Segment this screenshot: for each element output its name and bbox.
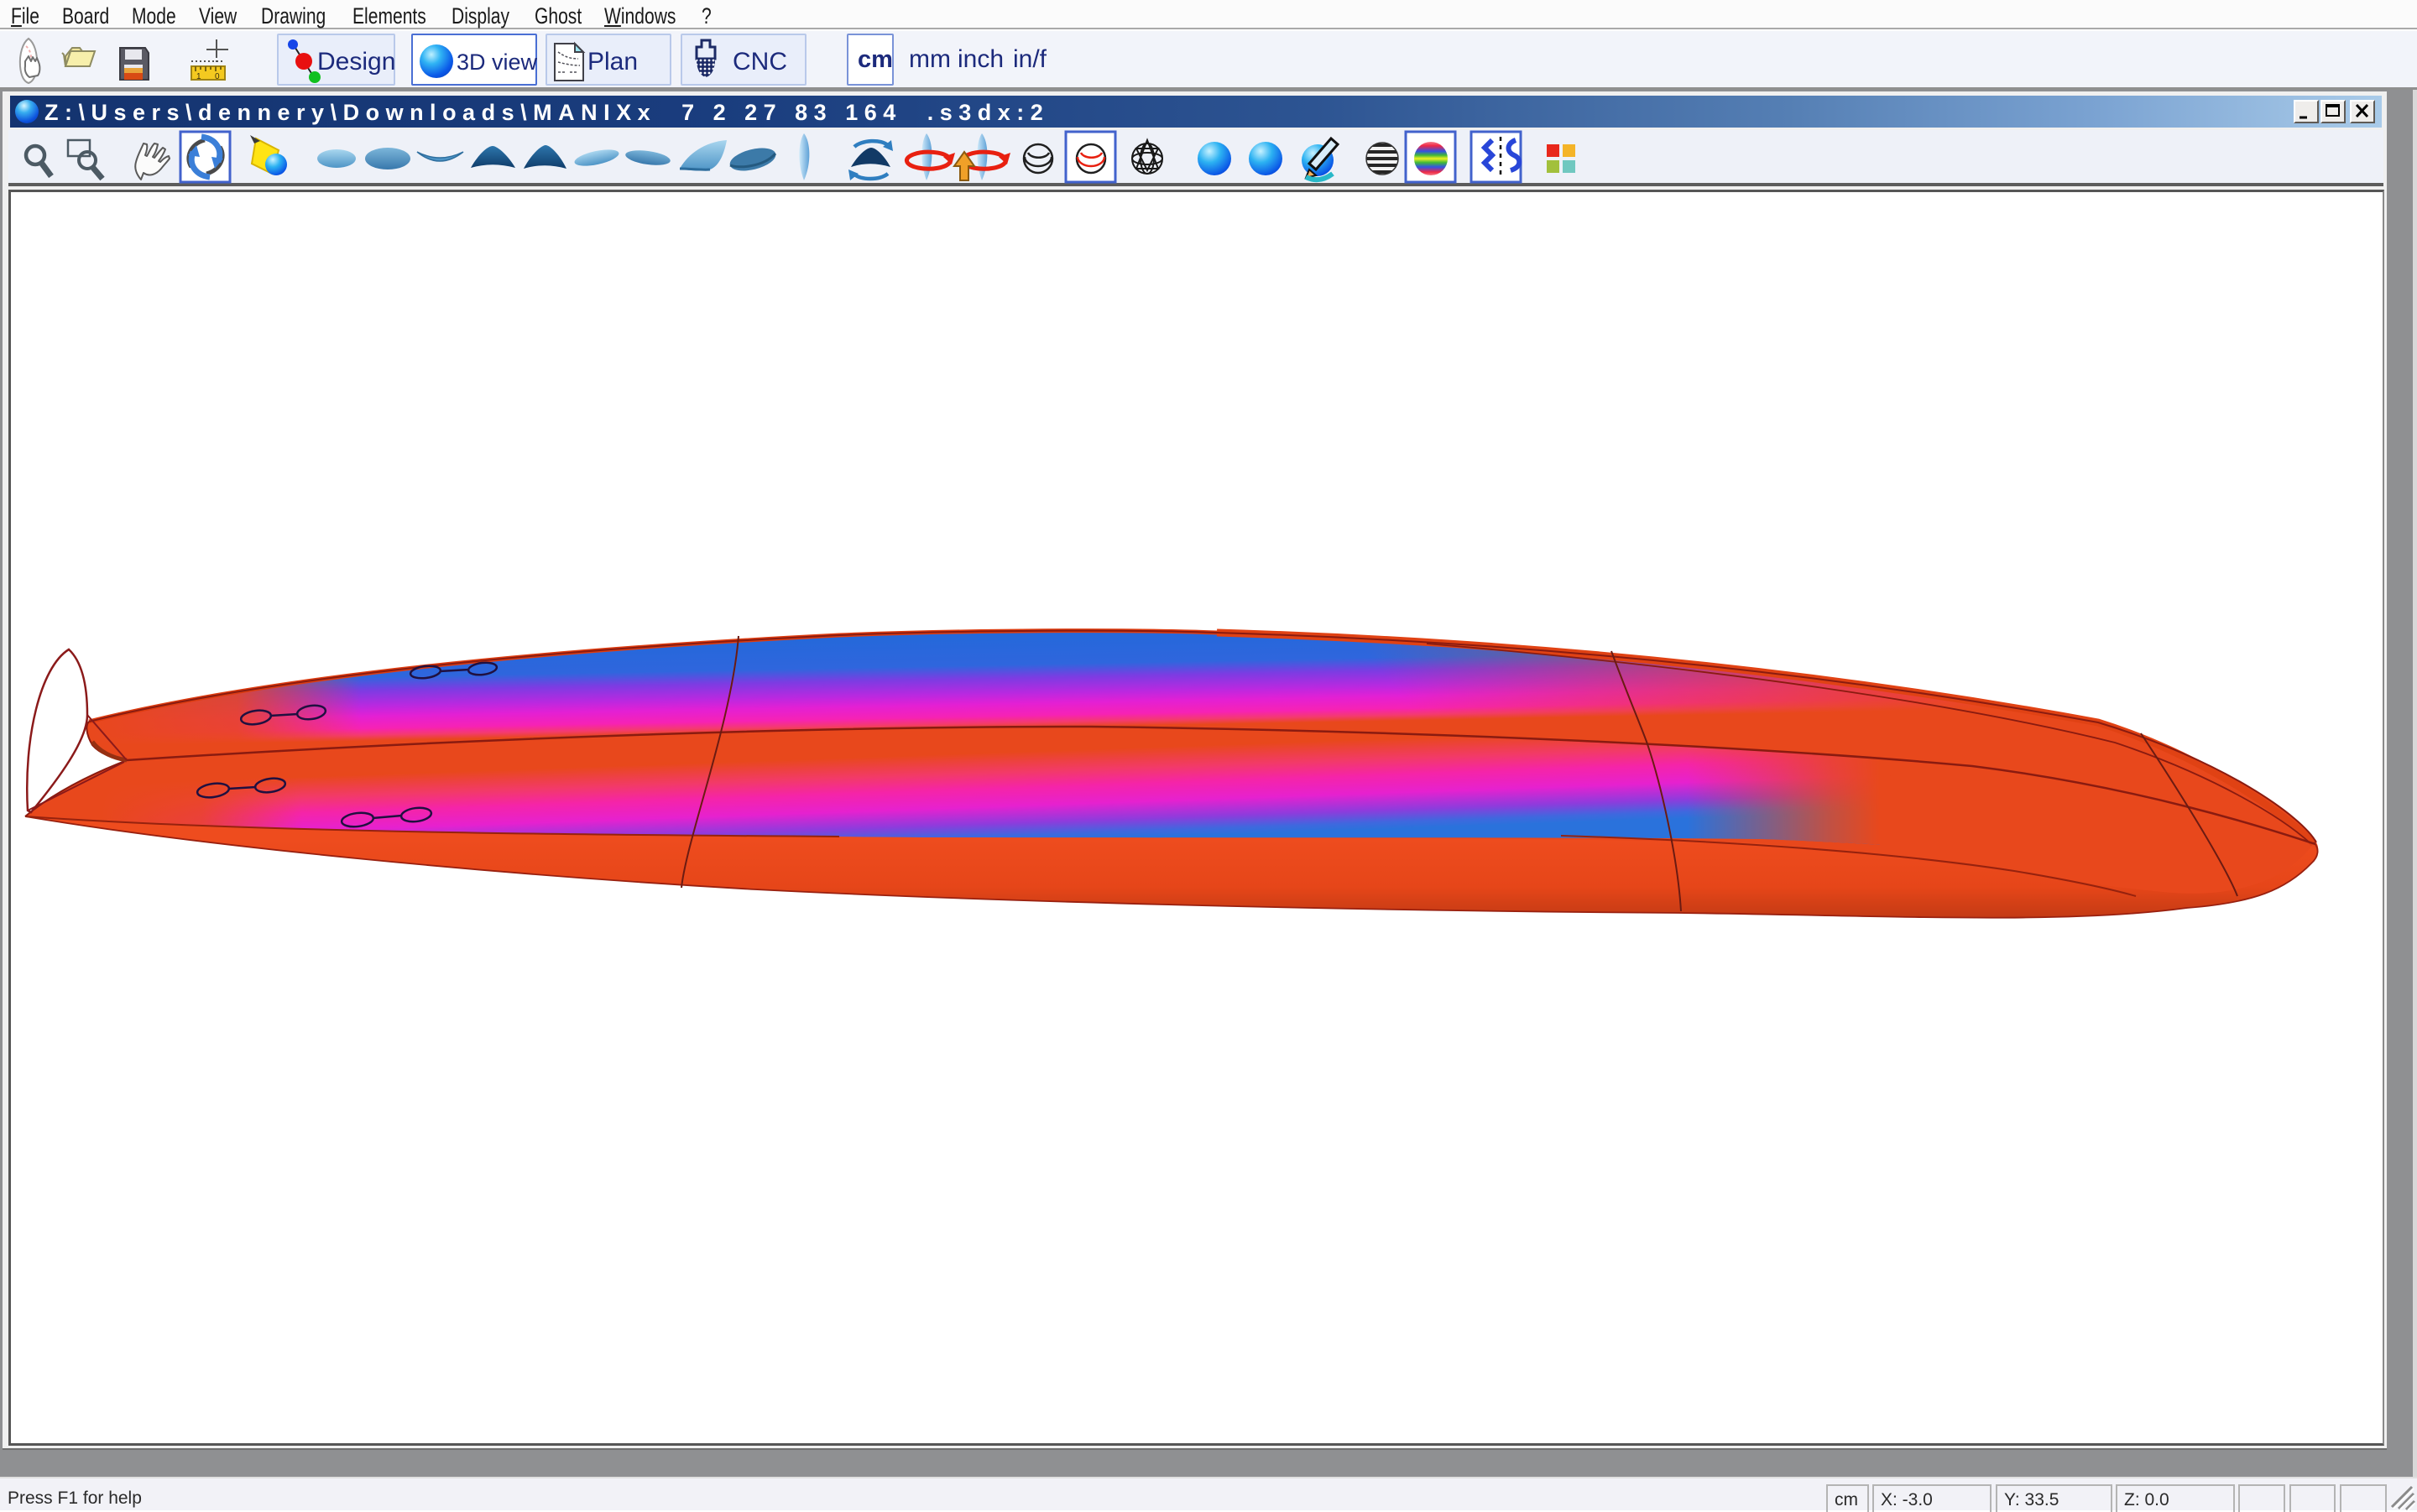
svg-text:1: 1: [196, 72, 201, 81]
svg-text:0: 0: [215, 72, 220, 81]
